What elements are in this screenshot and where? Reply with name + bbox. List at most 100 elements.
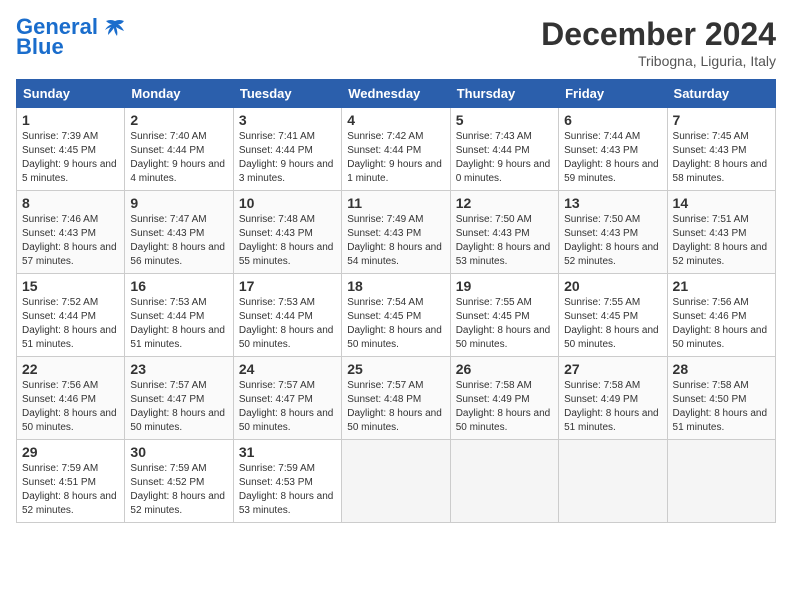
calendar-cell [450,440,558,523]
weekday-header: Monday [125,80,233,108]
weekday-header: Friday [559,80,667,108]
day-number: 12 [456,195,553,211]
calendar-header-row: SundayMondayTuesdayWednesdayThursdayFrid… [17,80,776,108]
day-number: 11 [347,195,444,211]
day-info: Sunrise: 7:51 AMSunset: 4:43 PMDaylight:… [673,214,768,267]
day-number: 25 [347,361,444,377]
day-info: Sunrise: 7:54 AMSunset: 4:45 PMDaylight:… [347,297,442,350]
day-info: Sunrise: 7:44 AMSunset: 4:43 PMDaylight:… [564,131,659,184]
day-info: Sunrise: 7:45 AMSunset: 4:43 PMDaylight:… [673,131,768,184]
day-number: 23 [130,361,227,377]
calendar-cell: 6 Sunrise: 7:44 AMSunset: 4:43 PMDayligh… [559,108,667,191]
calendar-cell: 18 Sunrise: 7:54 AMSunset: 4:45 PMDaylig… [342,274,450,357]
calendar-cell: 5 Sunrise: 7:43 AMSunset: 4:44 PMDayligh… [450,108,558,191]
day-info: Sunrise: 7:58 AMSunset: 4:49 PMDaylight:… [456,380,551,433]
day-number: 4 [347,112,444,128]
day-info: Sunrise: 7:57 AMSunset: 4:47 PMDaylight:… [239,380,334,433]
day-number: 1 [22,112,119,128]
calendar-cell: 9 Sunrise: 7:47 AMSunset: 4:43 PMDayligh… [125,191,233,274]
day-info: Sunrise: 7:39 AMSunset: 4:45 PMDaylight:… [22,131,117,184]
day-info: Sunrise: 7:53 AMSunset: 4:44 PMDaylight:… [130,297,225,350]
day-info: Sunrise: 7:41 AMSunset: 4:44 PMDaylight:… [239,131,334,184]
calendar-cell: 26 Sunrise: 7:58 AMSunset: 4:49 PMDaylig… [450,357,558,440]
calendar-week-row: 22 Sunrise: 7:56 AMSunset: 4:46 PMDaylig… [17,357,776,440]
calendar-cell: 28 Sunrise: 7:58 AMSunset: 4:50 PMDaylig… [667,357,775,440]
day-info: Sunrise: 7:50 AMSunset: 4:43 PMDaylight:… [456,214,551,267]
day-number: 13 [564,195,661,211]
calendar-cell: 25 Sunrise: 7:57 AMSunset: 4:48 PMDaylig… [342,357,450,440]
day-info: Sunrise: 7:59 AMSunset: 4:53 PMDaylight:… [239,463,334,516]
calendar-cell: 22 Sunrise: 7:56 AMSunset: 4:46 PMDaylig… [17,357,125,440]
day-info: Sunrise: 7:55 AMSunset: 4:45 PMDaylight:… [456,297,551,350]
day-info: Sunrise: 7:57 AMSunset: 4:47 PMDaylight:… [130,380,225,433]
day-number: 6 [564,112,661,128]
logo-blue: Blue [16,36,64,58]
day-info: Sunrise: 7:58 AMSunset: 4:50 PMDaylight:… [673,380,768,433]
day-number: 2 [130,112,227,128]
calendar-cell: 1 Sunrise: 7:39 AMSunset: 4:45 PMDayligh… [17,108,125,191]
calendar-week-row: 29 Sunrise: 7:59 AMSunset: 4:51 PMDaylig… [17,440,776,523]
calendar-cell: 19 Sunrise: 7:55 AMSunset: 4:45 PMDaylig… [450,274,558,357]
day-info: Sunrise: 7:52 AMSunset: 4:44 PMDaylight:… [22,297,117,350]
calendar-cell: 13 Sunrise: 7:50 AMSunset: 4:43 PMDaylig… [559,191,667,274]
day-number: 8 [22,195,119,211]
day-info: Sunrise: 7:53 AMSunset: 4:44 PMDaylight:… [239,297,334,350]
day-number: 24 [239,361,336,377]
calendar-body: 1 Sunrise: 7:39 AMSunset: 4:45 PMDayligh… [17,108,776,523]
calendar-cell: 14 Sunrise: 7:51 AMSunset: 4:43 PMDaylig… [667,191,775,274]
calendar-cell: 8 Sunrise: 7:46 AMSunset: 4:43 PMDayligh… [17,191,125,274]
day-number: 21 [673,278,770,294]
calendar-cell: 27 Sunrise: 7:58 AMSunset: 4:49 PMDaylig… [559,357,667,440]
day-info: Sunrise: 7:50 AMSunset: 4:43 PMDaylight:… [564,214,659,267]
day-number: 5 [456,112,553,128]
weekday-header: Sunday [17,80,125,108]
weekday-header: Thursday [450,80,558,108]
page-header: General Blue December 2024 Tribogna, Lig… [16,16,776,69]
day-info: Sunrise: 7:46 AMSunset: 4:43 PMDaylight:… [22,214,117,267]
day-number: 28 [673,361,770,377]
day-number: 27 [564,361,661,377]
day-number: 18 [347,278,444,294]
calendar-week-row: 1 Sunrise: 7:39 AMSunset: 4:45 PMDayligh… [17,108,776,191]
location-title: Tribogna, Liguria, Italy [541,53,776,69]
calendar-cell: 24 Sunrise: 7:57 AMSunset: 4:47 PMDaylig… [233,357,341,440]
day-info: Sunrise: 7:59 AMSunset: 4:51 PMDaylight:… [22,463,117,516]
calendar-cell [342,440,450,523]
day-number: 16 [130,278,227,294]
day-info: Sunrise: 7:43 AMSunset: 4:44 PMDaylight:… [456,131,551,184]
weekday-header: Wednesday [342,80,450,108]
calendar-cell: 20 Sunrise: 7:55 AMSunset: 4:45 PMDaylig… [559,274,667,357]
title-block: December 2024 Tribogna, Liguria, Italy [541,16,776,69]
calendar-cell: 4 Sunrise: 7:42 AMSunset: 4:44 PMDayligh… [342,108,450,191]
day-info: Sunrise: 7:49 AMSunset: 4:43 PMDaylight:… [347,214,442,267]
day-number: 26 [456,361,553,377]
day-info: Sunrise: 7:48 AMSunset: 4:43 PMDaylight:… [239,214,334,267]
day-number: 9 [130,195,227,211]
weekday-header: Saturday [667,80,775,108]
day-number: 30 [130,444,227,460]
calendar-cell: 21 Sunrise: 7:56 AMSunset: 4:46 PMDaylig… [667,274,775,357]
calendar-cell: 17 Sunrise: 7:53 AMSunset: 4:44 PMDaylig… [233,274,341,357]
day-number: 19 [456,278,553,294]
day-number: 10 [239,195,336,211]
day-number: 31 [239,444,336,460]
day-info: Sunrise: 7:56 AMSunset: 4:46 PMDaylight:… [673,297,768,350]
calendar-cell: 15 Sunrise: 7:52 AMSunset: 4:44 PMDaylig… [17,274,125,357]
day-info: Sunrise: 7:58 AMSunset: 4:49 PMDaylight:… [564,380,659,433]
day-info: Sunrise: 7:42 AMSunset: 4:44 PMDaylight:… [347,131,442,184]
calendar-cell: 30 Sunrise: 7:59 AMSunset: 4:52 PMDaylig… [125,440,233,523]
calendar-cell: 2 Sunrise: 7:40 AMSunset: 4:44 PMDayligh… [125,108,233,191]
day-number: 7 [673,112,770,128]
calendar-cell: 11 Sunrise: 7:49 AMSunset: 4:43 PMDaylig… [342,191,450,274]
day-number: 3 [239,112,336,128]
calendar-cell: 7 Sunrise: 7:45 AMSunset: 4:43 PMDayligh… [667,108,775,191]
calendar-cell [559,440,667,523]
calendar-week-row: 15 Sunrise: 7:52 AMSunset: 4:44 PMDaylig… [17,274,776,357]
calendar-cell: 29 Sunrise: 7:59 AMSunset: 4:51 PMDaylig… [17,440,125,523]
day-number: 22 [22,361,119,377]
day-info: Sunrise: 7:47 AMSunset: 4:43 PMDaylight:… [130,214,225,267]
calendar-table: SundayMondayTuesdayWednesdayThursdayFrid… [16,79,776,523]
calendar-cell: 16 Sunrise: 7:53 AMSunset: 4:44 PMDaylig… [125,274,233,357]
logo: General Blue [16,16,126,58]
calendar-cell: 10 Sunrise: 7:48 AMSunset: 4:43 PMDaylig… [233,191,341,274]
